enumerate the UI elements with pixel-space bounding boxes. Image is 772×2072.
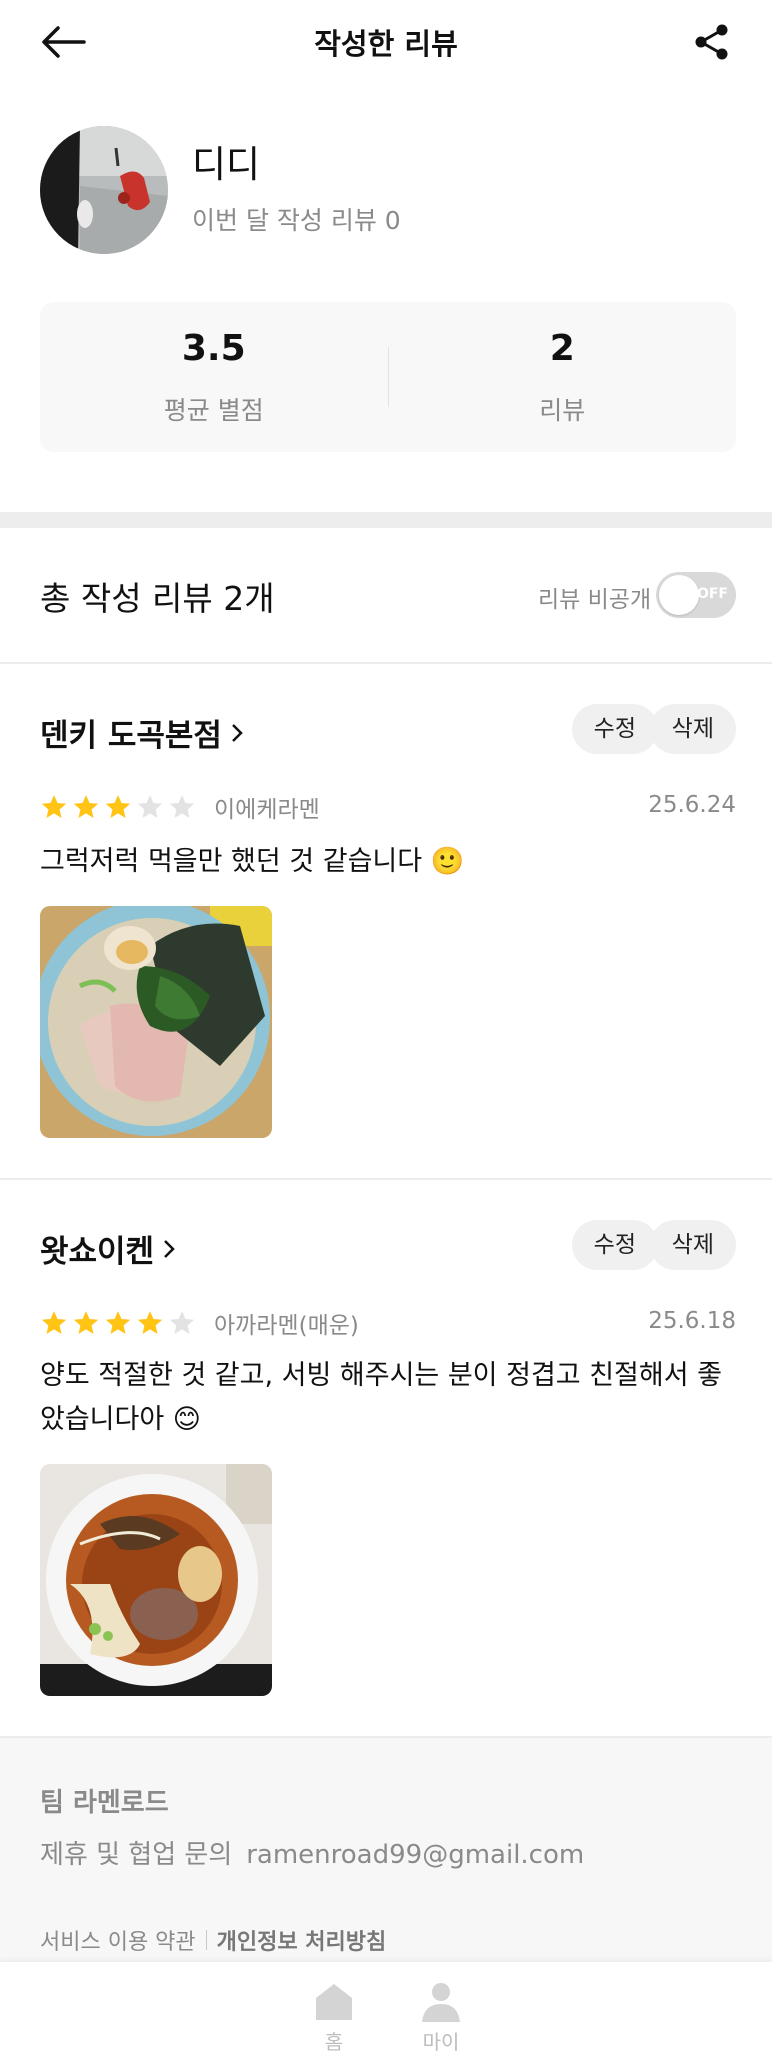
top-app-bar: 작성한 리뷰	[0, 0, 772, 84]
terms-link[interactable]: 서비스 이용 약관	[40, 1924, 196, 1956]
review-count-value: 2	[549, 327, 575, 369]
share-icon[interactable]	[692, 22, 732, 62]
review-card: 덴키 도곡본점 수정 삭제 이에케라멘 25.6.24 그럭저럭 먹을만 했던 …	[0, 664, 772, 1180]
star-icon	[73, 1311, 99, 1334]
contact-line: 제휴 및 협업 문의 ramenroad99@gmail.com	[40, 1834, 584, 1871]
edit-button[interactable]: 수정	[571, 704, 658, 754]
menu-name: 이에케라멘	[214, 797, 320, 823]
bottom-nav: 홈 마이	[0, 1962, 772, 2072]
star-icon	[105, 795, 131, 818]
privacy-link[interactable]: 개인정보 처리방침	[217, 1924, 387, 1956]
private-toggle-label: 리뷰 비공개	[538, 587, 652, 613]
review-summary-bar: 총 작성 리뷰 2개 리뷰 비공개 OFF	[0, 528, 772, 664]
avg-rating-value: 3.5	[181, 327, 246, 369]
link-separator	[205, 1930, 207, 1950]
nav-home-label: 홈	[324, 2030, 344, 2054]
store-link[interactable]: 왓쇼이켄	[40, 1226, 176, 1271]
contact-email[interactable]: ramenroad99@gmail.com	[246, 1840, 584, 1870]
review-photo[interactable]	[40, 1464, 272, 1696]
star-icon	[137, 795, 163, 818]
store-link[interactable]: 덴키 도곡본점	[40, 710, 244, 755]
star-icon	[41, 795, 67, 818]
star-icon	[105, 1311, 131, 1334]
edit-button[interactable]: 수정	[571, 1220, 658, 1270]
footer-links: 서비스 이용 약관 개인정보 처리방침	[40, 1924, 386, 1956]
star-rating: 이에케라멘	[40, 790, 320, 824]
review-content: 양도 적절한 것 같고, 서빙 해주시는 분이 정겹고 친절해서 좋았습니다아 …	[40, 1360, 722, 1435]
person-icon	[422, 1983, 460, 2022]
review-date: 25.6.18	[648, 1308, 736, 1334]
menu-name: 아까라멘(매운)	[214, 1313, 359, 1339]
chevron-right-icon	[164, 1239, 175, 1258]
total-reviews-label: 총 작성 리뷰 2개	[40, 579, 275, 618]
profile-section: 디디 이번 달 작성 리뷰 0	[40, 126, 401, 254]
private-toggle[interactable]: OFF	[656, 572, 736, 618]
nav-home[interactable]: 홈	[299, 1980, 369, 2055]
star-icon	[169, 795, 195, 818]
star-icon	[73, 795, 99, 818]
review-photo[interactable]	[40, 906, 272, 1138]
review-count-label: 리뷰	[539, 395, 586, 425]
delete-button[interactable]: 삭제	[649, 704, 736, 754]
review-card: 왓쇼이켄 수정 삭제 아까라멘(매운) 25.6.18 양도 적절한 것 같고,…	[0, 1180, 772, 1738]
section-divider	[0, 512, 772, 528]
arrow-left-icon[interactable]	[40, 22, 88, 62]
avg-rating-label: 평균 별점	[163, 395, 264, 425]
star-icon	[41, 1311, 67, 1334]
page-title: 작성한 리뷰	[314, 27, 458, 61]
star-icon	[137, 1311, 163, 1334]
review-date: 25.6.24	[648, 792, 736, 818]
nickname: 디디	[192, 143, 261, 186]
review-content: 그럭저럭 먹을만 했던 것 같습니다 🙂	[40, 846, 465, 877]
stats-card: 3.5 평균 별점 2 리뷰	[40, 302, 736, 452]
home-icon	[316, 1984, 352, 2020]
team-name: 팀 라멘로드	[40, 1788, 169, 1818]
delete-button[interactable]: 삭제	[649, 1220, 736, 1270]
nav-my-label: 마이	[422, 2030, 460, 2054]
store-name: 왓쇼이켄	[40, 1234, 155, 1270]
contact-label: 제휴 및 협업 문의	[40, 1840, 233, 1870]
toggle-state-text: OFF	[696, 586, 728, 602]
monthly-review-count: 이번 달 작성 리뷰 0	[192, 206, 401, 235]
star-rating: 아까라멘(매운)	[40, 1306, 359, 1340]
store-name: 덴키 도곡본점	[40, 718, 222, 754]
nav-my[interactable]: 마이	[406, 1980, 476, 2055]
avatar	[40, 126, 168, 254]
toggle-knob	[659, 575, 699, 615]
chevron-right-icon	[232, 723, 243, 742]
review-count-stat: 2 리뷰	[389, 328, 737, 427]
avg-rating-stat: 3.5 평균 별점	[40, 328, 388, 427]
star-icon	[169, 1311, 195, 1334]
